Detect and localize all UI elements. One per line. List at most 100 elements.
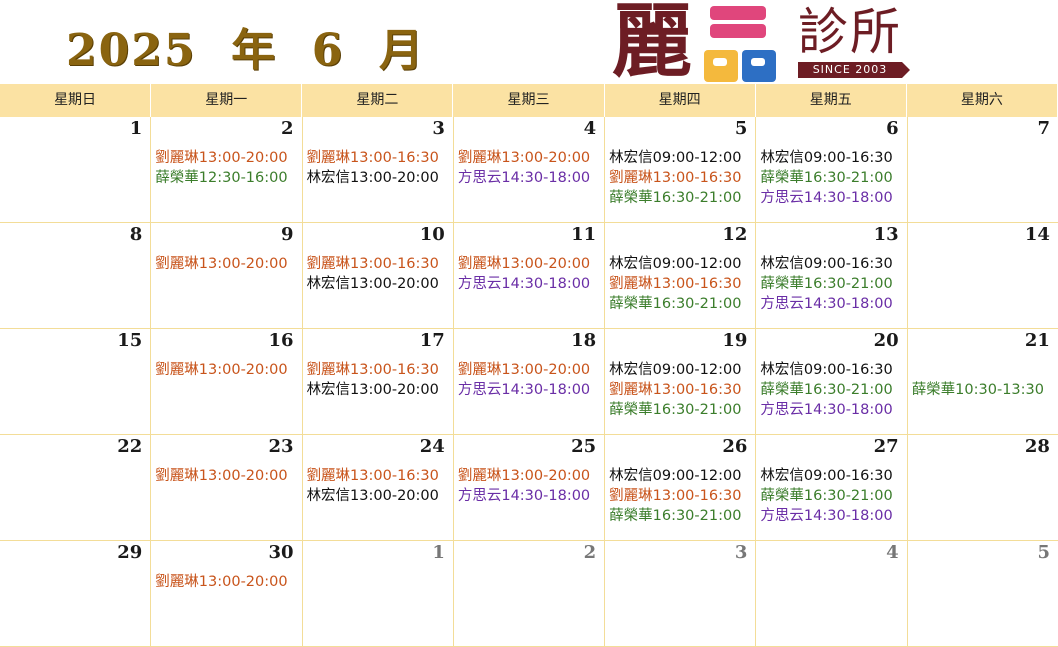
schedule-entry: 林宏信09:00-12:00 xyxy=(609,362,742,378)
schedule-entries: 劉麗琳13:00-20:00 xyxy=(155,254,299,274)
schedule-entries: 劉麗琳13:00-20:00 方思云14:30-18:00 xyxy=(458,254,602,294)
schedule-entry: 薛榮華16:30-21:00 xyxy=(609,402,742,418)
weekday-header: 星期五 xyxy=(755,84,907,117)
schedule-entry: 方思云14:30-18:00 xyxy=(457,488,591,504)
day-number: 26 xyxy=(722,436,748,457)
schedule-entries: 劉麗琳13:00-20:00 xyxy=(155,572,299,592)
schedule-entry: 劉麗琳13:00-20:00 xyxy=(155,362,288,378)
schedule-entry: 方思云14:30-18:00 xyxy=(760,508,893,524)
day-cell: 4 劉麗琳13:00-20:00 方思云14:30-18:00 xyxy=(453,117,606,223)
day-number: 3 xyxy=(432,118,445,139)
schedule-entries: 劉麗琳13:00-16:30 林宏信13:00-20:00 xyxy=(307,254,451,294)
day-cell: 25 劉麗琳13:00-20:00 方思云14:30-18:00 xyxy=(453,435,606,541)
day-number: 6 xyxy=(886,118,899,139)
day-cell: 17 劉麗琳13:00-16:30 林宏信13:00-20:00 xyxy=(302,329,454,435)
day-number: 19 xyxy=(722,330,748,351)
day-number: 16 xyxy=(268,330,294,351)
day-number: 11 xyxy=(571,224,597,245)
schedule-entry: 林宏信09:00-12:00 xyxy=(609,468,742,484)
schedule-entries: 林宏信09:00-12:00 劉麗琳13:00-16:30 薛榮華16:30-21:… xyxy=(609,254,753,314)
day-cell: 22 xyxy=(0,435,152,541)
day-number: 30 xyxy=(268,542,294,563)
day-cell: 19 林宏信09:00-12:00 劉麗琳13:00-16:30 薛榮華16:30-2… xyxy=(605,329,757,435)
schedule-entry: 劉麗琳13:00-16:30 xyxy=(609,382,742,398)
schedule-entries: 劉麗琳13:00-16:30 林宏信13:00-20:00 xyxy=(307,360,451,400)
day-cell: 2 劉麗琳13:00-20:00 薛榮華12:30-16:00 xyxy=(151,117,303,223)
schedule-entry: 林宏信09:00-12:00 xyxy=(609,256,742,272)
weekday-header: 星期二 xyxy=(302,84,454,117)
day-number: 28 xyxy=(1024,436,1050,457)
weekday-header: 星期一 xyxy=(151,84,303,117)
schedule-entry: 薛榮華16:30-21:00 xyxy=(760,276,893,292)
schedule-entries: 林宏信09:00-16:30 薛榮華16:30-21:00 方思云14:30-18:… xyxy=(760,360,904,420)
day-cell: 3 劉麗琳13:00-16:30 林宏信13:00-20:00 xyxy=(302,117,454,223)
schedule-entries: 林宏信09:00-16:30 薛榮華16:30-21:00 方思云14:30-18:… xyxy=(760,254,904,314)
day-number: 2 xyxy=(583,542,597,563)
day-number: 2 xyxy=(281,118,294,139)
day-number: 25 xyxy=(571,436,597,457)
schedule-entry: 薛榮華12:30-16:00 xyxy=(155,170,288,186)
schedule-entry: 林宏信13:00-20:00 xyxy=(306,276,439,292)
schedule-entries: 劉麗琳13:00-20:00 薛榮華12:30-16:00 xyxy=(155,148,299,188)
day-cell: 14 xyxy=(907,223,1058,329)
schedule-entries: 薛榮華10:30-13:30 xyxy=(912,360,1056,400)
day-cell: 27 林宏信09:00-16:30 薛榮華16:30-21:00 方思云14:30-1… xyxy=(756,435,908,541)
schedule-entries: 劉麗琳13:00-20:00 方思云14:30-18:00 xyxy=(458,148,602,188)
day-cell: 12 林宏信09:00-12:00 劉麗琳13:00-16:30 薛榮華16:30-2… xyxy=(605,223,757,329)
day-number: 27 xyxy=(873,436,899,457)
schedule-entry: 劉麗琳13:00-16:30 xyxy=(306,150,439,166)
schedule-entries: 劉麗琳13:00-20:00 xyxy=(155,360,299,380)
day-cell: 5 xyxy=(907,541,1058,647)
day-cell: 1 xyxy=(0,117,152,223)
day-cell: 16 劉麗琳13:00-20:00 xyxy=(151,329,303,435)
schedule-entry: 林宏信13:00-20:00 xyxy=(306,488,439,504)
day-cell: 9 劉麗琳13:00-20:00 xyxy=(151,223,303,329)
day-cell: 21 薛榮華10:30-13:30 xyxy=(907,329,1058,435)
day-number: 22 xyxy=(117,436,143,457)
logo-clinic-text: 診所 xyxy=(798,3,902,61)
schedule-entry: 劉麗琳13:00-20:00 xyxy=(155,468,288,484)
day-cell: 13 林宏信09:00-16:30 薛榮華16:30-21:00 方思云14:30-1… xyxy=(756,223,908,329)
schedule-entries: 林宏信09:00-16:30 薛榮華16:30-21:00 方思云14:30-18:… xyxy=(760,466,904,526)
schedule-entry: 劉麗琳13:00-20:00 xyxy=(457,362,591,378)
weekday-header: 星期三 xyxy=(453,84,605,117)
day-cell: 7 xyxy=(907,117,1058,223)
calendar-weeks: 1 2 劉麗琳13:00-20:00 薛榮華12:30-16:00 3 劉麗琳13:00-… xyxy=(0,117,1058,647)
schedule-entry: 劉麗琳13:00-16:30 xyxy=(609,170,742,186)
schedule-entries: 林宏信09:00-16:30 薛榮華16:30-21:00 方思云14:30-18:… xyxy=(760,148,904,208)
schedule-entry: 方思云14:30-18:00 xyxy=(457,170,591,186)
day-cell: 15 xyxy=(0,329,152,435)
day-number: 21 xyxy=(1024,330,1050,351)
day-number: 20 xyxy=(873,330,899,351)
day-cell: 20 林宏信09:00-16:30 薛榮華16:30-21:00 方思云14:30-1… xyxy=(756,329,908,435)
day-cell: 6 林宏信09:00-16:30 薛榮華16:30-21:00 方思云14:30-18… xyxy=(756,117,908,223)
schedule-entries: 劉麗琳13:00-20:00 方思云14:30-18:00 xyxy=(458,466,602,506)
week-row: 8 9 劉麗琳13:00-20:00 10 劉麗琳13:00-16:30 林宏信13:00… xyxy=(0,223,1058,329)
day-cell: 28 xyxy=(907,435,1058,541)
day-cell: 26 林宏信09:00-12:00 劉麗琳13:00-16:30 薛榮華16:30-2… xyxy=(605,435,757,541)
day-cell: 10 劉麗琳13:00-16:30 林宏信13:00-20:00 xyxy=(302,223,454,329)
schedule-entries: 劉麗琳13:00-16:30 林宏信13:00-20:00 xyxy=(307,148,451,188)
day-number: 10 xyxy=(419,224,445,245)
schedule-entry: 方思云14:30-18:00 xyxy=(760,296,893,312)
weekday-header: 星期日 xyxy=(0,84,152,117)
schedule-entry: 劉麗琳13:00-16:30 xyxy=(306,362,439,378)
weekday-header: 星期六 xyxy=(906,84,1058,117)
schedule-entries: 劉麗琳13:00-20:00 方思云14:30-18:00 xyxy=(458,360,602,400)
schedule-entry: 林宏信09:00-16:30 xyxy=(760,256,893,272)
day-number: 12 xyxy=(722,224,748,245)
day-number: 5 xyxy=(1037,542,1050,563)
schedule-entry: 林宏信09:00-16:30 xyxy=(760,150,893,166)
schedule-entry: 劉麗琳13:00-16:30 xyxy=(306,256,439,272)
calendar-title: 2025 年 6 月 xyxy=(66,25,425,76)
day-cell: 23 劉麗琳13:00-20:00 xyxy=(151,435,303,541)
schedule-entry: 薛榮華16:30-21:00 xyxy=(609,190,742,206)
schedule-entry: 劉麗琳13:00-20:00 xyxy=(155,574,288,590)
schedule-entry: 薛榮華16:30-21:00 xyxy=(609,508,742,524)
schedule-entries: 林宏信09:00-12:00 劉麗琳13:00-16:30 薛榮華16:30-21:… xyxy=(609,360,753,420)
week-row: 1 2 劉麗琳13:00-20:00 薛榮華12:30-16:00 3 劉麗琳13:00-… xyxy=(0,117,1058,223)
schedule-entries: 林宏信09:00-12:00 劉麗琳13:00-16:30 薛榮華16:30-21:… xyxy=(609,466,753,526)
day-number: 1 xyxy=(432,542,445,563)
week-row: 29 30 劉麗琳13:00-20:00 1 2 3 4 5 xyxy=(0,541,1058,647)
day-number: 1 xyxy=(129,118,143,139)
